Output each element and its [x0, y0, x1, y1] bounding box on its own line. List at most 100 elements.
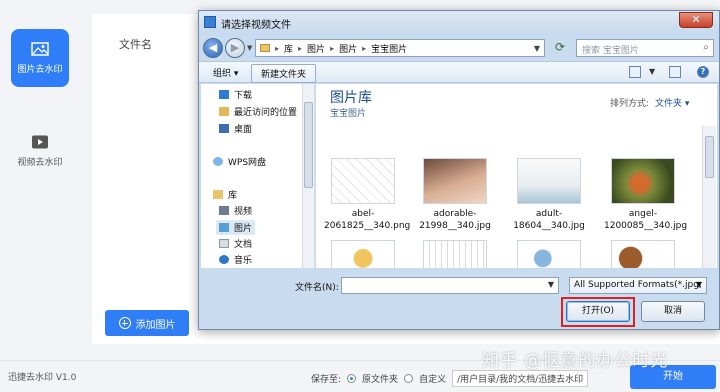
nav-item-libraries[interactable]: 库	[213, 188, 237, 201]
radio-custom[interactable]	[404, 374, 414, 383]
sidebar-item-label: 图片去水印	[17, 64, 63, 75]
nav-item-music[interactable]: 音乐	[219, 253, 252, 266]
nav-item-pictures[interactable]: 图片	[216, 220, 256, 235]
view-options-icon[interactable]	[629, 66, 641, 78]
download-icon	[219, 90, 229, 99]
preview-pane-icon[interactable]	[669, 66, 681, 78]
file-name: angel-1200085__340.jpg	[604, 209, 688, 231]
nav-item-wps-cloud[interactable]: WPS网盘	[213, 155, 266, 168]
chevron-down-icon[interactable]: ▼	[649, 67, 655, 76]
file-thumbnail-partial[interactable]	[517, 240, 581, 268]
content-scrollbar[interactable]	[702, 126, 716, 268]
app-sidebar: 图片去水印 视频去水印	[0, 0, 82, 360]
nav-item-recent[interactable]: 最近访问的位置	[219, 105, 297, 118]
chevron-right-icon: ▸	[275, 43, 280, 53]
nav-item-downloads[interactable]: 下载	[219, 88, 252, 101]
chevron-down-icon[interactable]: ▼	[534, 44, 540, 53]
desktop-icon	[219, 124, 229, 133]
forward-arrow-icon[interactable]: ▶	[225, 38, 245, 58]
music-icon	[219, 255, 229, 264]
scrollbar-thumb[interactable]	[705, 136, 714, 178]
file-content-pane: 图片库 宝宝图片 排列方式: 文件夹 ▾ abel-2061825__340.pn…	[316, 84, 717, 268]
filename-label: 文件名(N):	[295, 283, 339, 293]
filename-input[interactable]: ▼	[341, 277, 559, 294]
arrange-dropdown[interactable]: 文件夹 ▾	[655, 99, 689, 109]
dialog-toolbar: 组织 ▾ 新建文件夹 ▼ ?	[199, 61, 719, 83]
file-thumbnail-partial[interactable]	[423, 240, 487, 268]
close-button[interactable]: ✕	[679, 12, 713, 28]
pictures-icon	[219, 223, 229, 232]
sidebar-item-video-watermark[interactable]: 视频去水印	[11, 122, 69, 180]
dialog-navbar: ◀ ▶ ▼ ▸ 库 ▸ 图片 ▸ 图片 ▸ 宝宝图片 ▼ ⟳ 搜索 宝宝图片 ⌕	[201, 35, 717, 59]
file-open-dialog: 请选择视频文件 ✕ ◀ ▶ ▼ ▸ 库 ▸ 图片 ▸ 图片 ▸ 宝宝图片 ▼ ⟳…	[198, 10, 720, 330]
file-item[interactable]: adult-18604__340.jpg	[510, 158, 588, 232]
nav-item-label: 音乐	[234, 256, 253, 266]
search-input[interactable]: 搜索 宝宝图片 ⌕	[576, 39, 714, 57]
nav-item-label: 图片	[234, 224, 253, 234]
scrollbar-thumb[interactable]	[304, 102, 313, 188]
breadcrumb-item[interactable]: 库	[284, 42, 293, 55]
new-folder-button[interactable]: 新建文件夹	[251, 64, 317, 83]
cancel-button[interactable]: 取消	[641, 301, 705, 322]
column-header-filename: 文件名	[119, 38, 152, 51]
help-icon[interactable]: ?	[697, 66, 709, 78]
file-name: adorable-21998__340.jpg	[419, 209, 491, 231]
video-icon	[219, 206, 229, 215]
breadcrumb-item[interactable]: 图片	[307, 42, 325, 55]
file-name: abel-2061825__340.png	[324, 209, 411, 231]
dialog-app-icon	[204, 16, 216, 28]
address-bar[interactable]: ▸ 库 ▸ 图片 ▸ 图片 ▸ 宝宝图片 ▼	[255, 39, 545, 57]
add-image-button[interactable]: 添加图片	[105, 310, 189, 336]
folder-icon	[260, 44, 270, 52]
chevron-down-icon[interactable]: ▼	[548, 280, 554, 289]
file-thumbnail	[517, 158, 581, 204]
nav-item-documents[interactable]: 文档	[219, 237, 252, 250]
dialog-titlebar[interactable]: 请选择视频文件 ✕	[199, 11, 719, 35]
nav-scrollbar[interactable]	[302, 84, 314, 268]
history-dropdown-icon[interactable]: ▼	[247, 44, 252, 52]
organize-button[interactable]: 组织 ▾	[213, 66, 238, 79]
open-button[interactable]: 打开(O)	[566, 301, 630, 322]
save-to-label: 保存至:	[311, 375, 342, 385]
library-icon	[213, 190, 223, 199]
file-item[interactable]: adorable-21998__340.jpg	[416, 158, 494, 232]
nav-item-label: 库	[228, 191, 238, 201]
radio-original-folder[interactable]	[347, 374, 357, 383]
file-type-filter[interactable]: All Supported Formats(*.jpg; ▼	[569, 277, 707, 294]
nav-item-desktop[interactable]: 桌面	[219, 122, 252, 135]
file-thumbnail	[423, 158, 487, 204]
refresh-icon[interactable]: ⟳	[552, 40, 568, 56]
save-location: 保存至: 原文件夹 自定义 /用户目录/我的文档/迅捷去水印	[311, 370, 589, 387]
chevron-right-icon: ▸	[298, 43, 303, 53]
save-path-field[interactable]: /用户目录/我的文档/迅捷去水印	[452, 370, 589, 387]
documents-icon	[219, 239, 229, 248]
version-label: 迅捷去水印 V1.0	[8, 373, 77, 383]
breadcrumb-item[interactable]: 图片	[339, 42, 357, 55]
radio-label: 自定义	[419, 375, 447, 385]
nav-item-videos[interactable]: 视频	[219, 204, 252, 217]
sidebar-item-image-watermark[interactable]: 图片去水印	[11, 29, 69, 87]
cloud-icon	[213, 157, 223, 166]
recent-icon	[219, 107, 229, 116]
zhihu-watermark: 知乎 @惬意的办公时光	[482, 351, 669, 371]
image-icon	[31, 41, 49, 56]
nav-item-label: WPS网盘	[228, 158, 267, 168]
file-thumbnail-partial[interactable]	[611, 240, 675, 268]
library-subtitle: 宝宝图片	[330, 109, 367, 119]
breadcrumb-item[interactable]: 宝宝图片	[371, 42, 407, 55]
back-arrow-icon[interactable]: ◀	[203, 38, 223, 58]
nav-item-label: 最近访问的位置	[234, 108, 298, 118]
file-name: adult-18604__340.jpg	[513, 209, 585, 231]
radio-label: 原文件夹	[362, 375, 399, 385]
file-thumbnail-partial[interactable]	[331, 240, 395, 268]
add-image-label: 添加图片	[135, 319, 176, 331]
file-item[interactable]: abel-2061825__340.png	[324, 158, 410, 232]
play-icon	[32, 135, 48, 148]
chevron-right-icon: ▸	[330, 43, 335, 53]
dialog-footer: 文件名(N): ▼ All Supported Formats(*.jpg; ▼…	[199, 269, 719, 329]
file-thumbnail	[331, 158, 395, 204]
file-item[interactable]: angel-1200085__340.jpg	[604, 158, 687, 232]
nav-item-label: 文档	[234, 240, 253, 250]
search-icon: ⌕	[703, 42, 709, 53]
arrange-label: 排列方式:	[610, 99, 650, 109]
